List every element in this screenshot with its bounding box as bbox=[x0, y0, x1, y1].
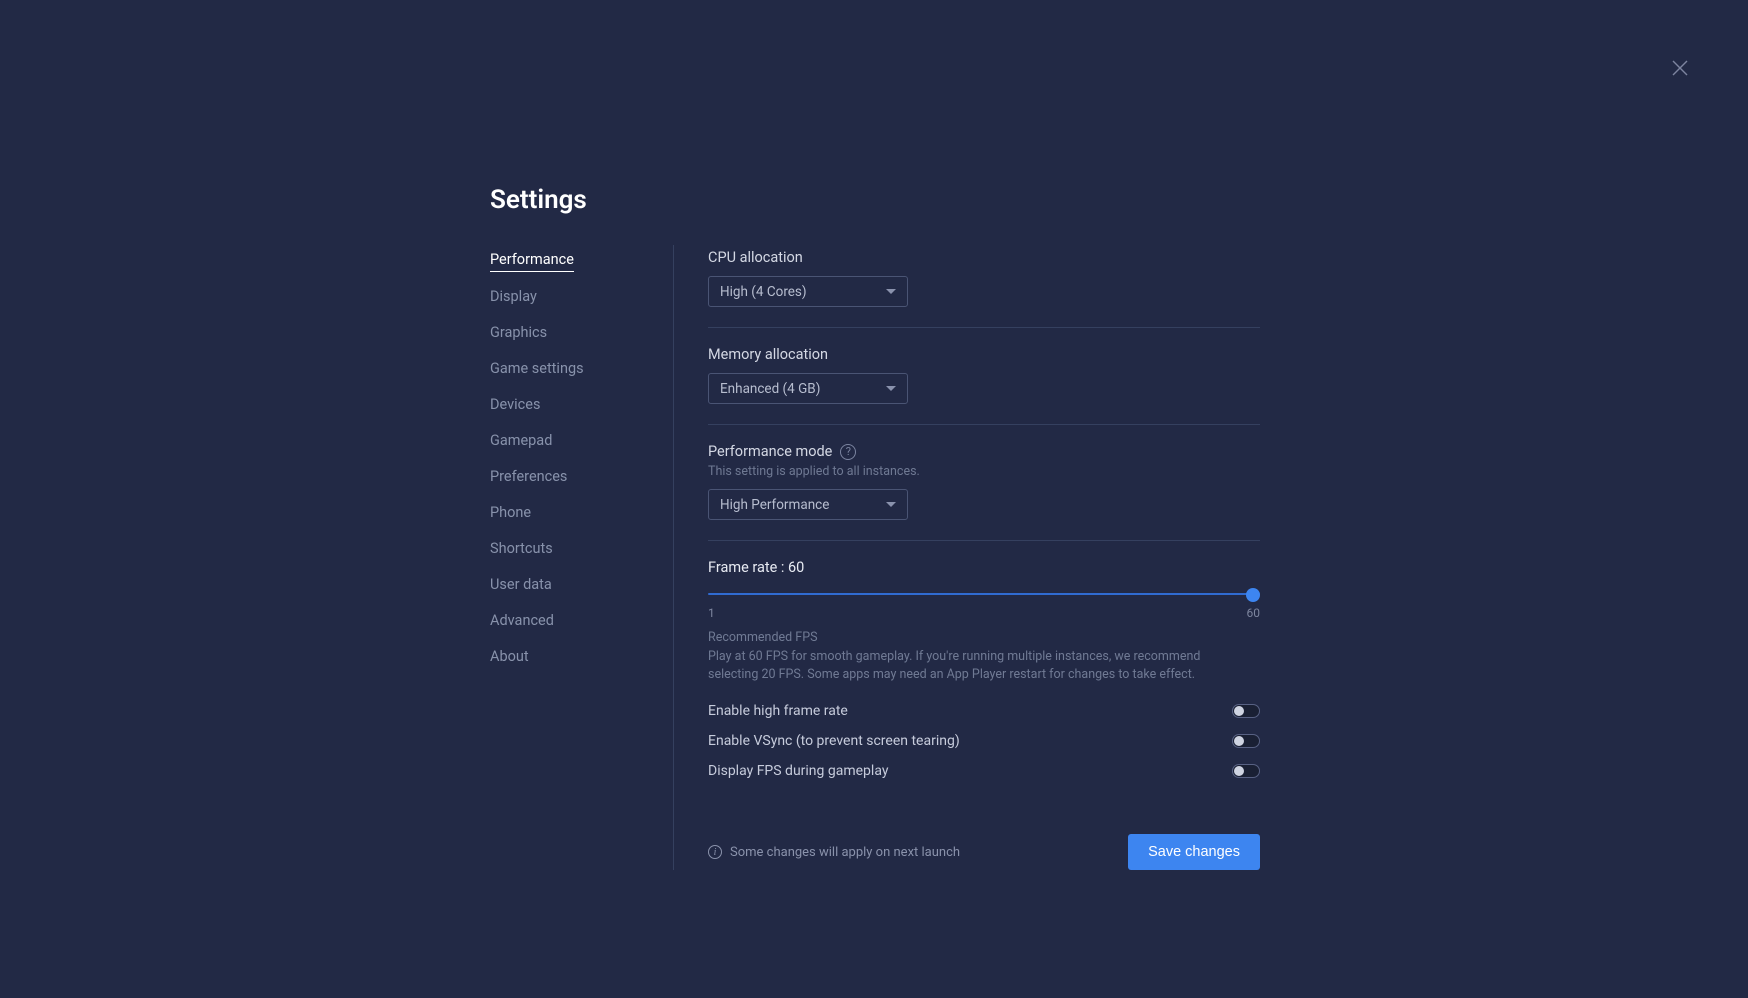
enable-high-frame-rate-toggle[interactable] bbox=[1232, 704, 1260, 718]
slider-max: 60 bbox=[1247, 606, 1261, 620]
enable-vsync-toggle[interactable] bbox=[1232, 734, 1260, 748]
slider-min: 1 bbox=[708, 606, 715, 620]
nav-shortcuts[interactable]: Shortcuts bbox=[490, 540, 553, 560]
footer-info-text: Some changes will apply on next launch bbox=[730, 845, 960, 860]
display-fps-toggle[interactable] bbox=[1232, 764, 1260, 778]
display-fps-label: Display FPS during gameplay bbox=[708, 763, 888, 779]
nav-game-settings[interactable]: Game settings bbox=[490, 360, 584, 380]
recommended-fps-title: Recommended FPS bbox=[708, 630, 1260, 645]
nav-preferences[interactable]: Preferences bbox=[490, 468, 567, 488]
cpu-allocation-select[interactable]: High (4 Cores) bbox=[708, 276, 908, 307]
close-icon bbox=[1671, 59, 1689, 77]
performance-mode-section: Performance mode ? This setting is appli… bbox=[708, 425, 1260, 541]
recommended-fps-body: Play at 60 FPS for smooth gameplay. If y… bbox=[708, 648, 1208, 684]
slider-thumb[interactable] bbox=[1246, 588, 1260, 602]
nav-gamepad[interactable]: Gamepad bbox=[490, 432, 552, 452]
display-fps-row: Display FPS during gameplay bbox=[708, 756, 1260, 786]
memory-allocation-select[interactable]: Enhanced (4 GB) bbox=[708, 373, 908, 404]
performance-mode-label: Performance mode bbox=[708, 443, 832, 460]
info-icon: i bbox=[708, 845, 722, 859]
memory-allocation-label: Memory allocation bbox=[708, 346, 1260, 363]
performance-mode-value: High Performance bbox=[720, 497, 829, 513]
enable-high-frame-rate-row: Enable high frame rate bbox=[708, 696, 1260, 726]
help-icon[interactable]: ? bbox=[840, 444, 856, 460]
frame-rate-label: Frame rate : 60 bbox=[708, 559, 1260, 576]
slider-ticks: 1 60 bbox=[708, 606, 1260, 620]
memory-allocation-value: Enhanced (4 GB) bbox=[720, 381, 820, 397]
nav-graphics[interactable]: Graphics bbox=[490, 324, 547, 344]
nav-phone[interactable]: Phone bbox=[490, 504, 531, 524]
nav-performance[interactable]: Performance bbox=[490, 251, 574, 272]
toggle-knob bbox=[1234, 766, 1244, 776]
performance-mode-select[interactable]: High Performance bbox=[708, 489, 908, 520]
frame-rate-slider[interactable] bbox=[708, 584, 1260, 604]
save-changes-button[interactable]: Save changes bbox=[1128, 834, 1260, 870]
nav-about[interactable]: About bbox=[490, 648, 529, 668]
toggle-knob bbox=[1234, 736, 1244, 746]
chevron-down-icon bbox=[886, 289, 896, 294]
frame-rate-section: Frame rate : 60 1 60 Recommended FPS Pla… bbox=[708, 541, 1260, 806]
sidebar: Performance Display Graphics Game settin… bbox=[490, 245, 674, 870]
enable-high-frame-rate-label: Enable high frame rate bbox=[708, 703, 848, 719]
footer: i Some changes will apply on next launch… bbox=[708, 834, 1260, 870]
cpu-allocation-label: CPU allocation bbox=[708, 249, 1260, 266]
enable-vsync-row: Enable VSync (to prevent screen tearing) bbox=[708, 726, 1260, 756]
slider-track bbox=[708, 593, 1260, 595]
nav-devices[interactable]: Devices bbox=[490, 396, 540, 416]
close-button[interactable] bbox=[1666, 54, 1694, 82]
nav-display[interactable]: Display bbox=[490, 288, 537, 308]
memory-allocation-section: Memory allocation Enhanced (4 GB) bbox=[708, 328, 1260, 425]
toggle-knob bbox=[1234, 706, 1244, 716]
cpu-allocation-section: CPU allocation High (4 Cores) bbox=[708, 245, 1260, 328]
content-area: CPU allocation High (4 Cores) Memory all… bbox=[674, 245, 1260, 870]
nav-user-data[interactable]: User data bbox=[490, 576, 552, 596]
chevron-down-icon bbox=[886, 386, 896, 391]
cpu-allocation-value: High (4 Cores) bbox=[720, 284, 807, 300]
performance-mode-note: This setting is applied to all instances… bbox=[708, 464, 1260, 479]
settings-panel: Settings Performance Display Graphics Ga… bbox=[490, 185, 1260, 870]
page-title: Settings bbox=[490, 185, 1260, 215]
nav-advanced[interactable]: Advanced bbox=[490, 612, 554, 632]
chevron-down-icon bbox=[886, 502, 896, 507]
footer-info: i Some changes will apply on next launch bbox=[708, 845, 960, 860]
enable-vsync-label: Enable VSync (to prevent screen tearing) bbox=[708, 733, 960, 749]
